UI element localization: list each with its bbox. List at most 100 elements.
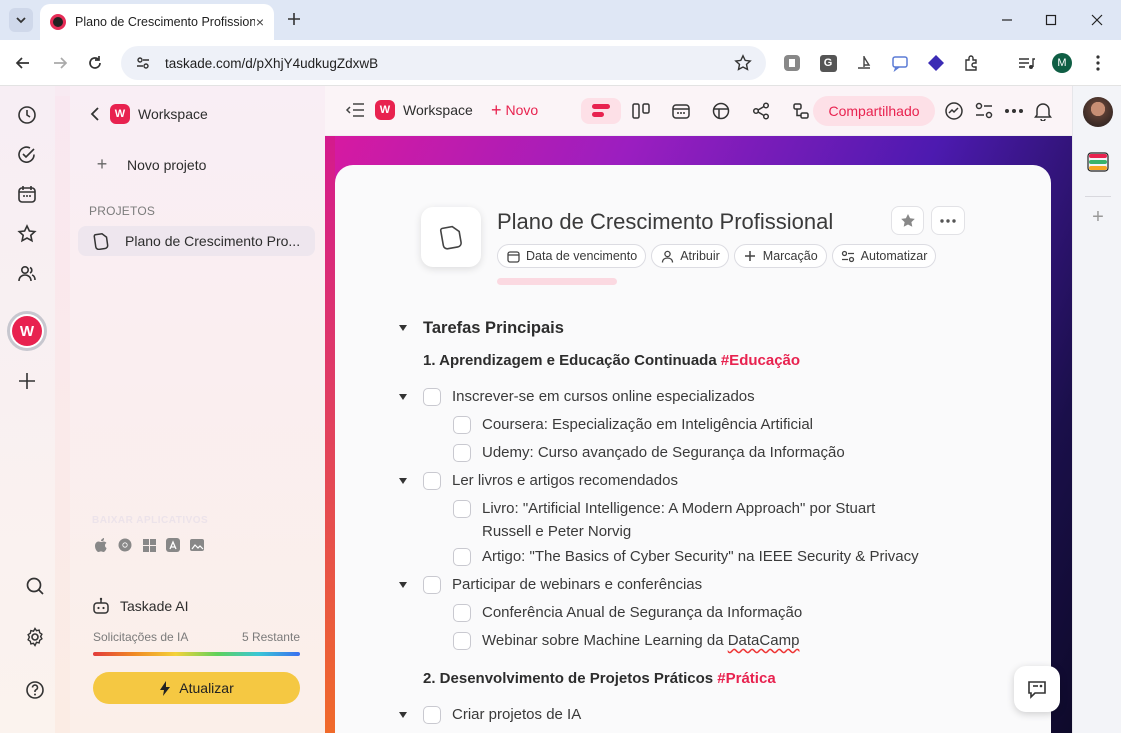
hashtag-pratica[interactable]: #Prática <box>717 670 775 687</box>
collapse-caret-icon[interactable] <box>399 711 407 719</box>
forward-button[interactable] <box>50 53 70 73</box>
project-sidebar: W Workspace + Novo projeto PROJETOS Plan… <box>70 86 325 733</box>
due-date-chip[interactable]: Data de vencimento <box>497 244 647 268</box>
recent-clock-icon[interactable] <box>16 104 38 126</box>
new-button[interactable]: + Novo <box>491 101 538 119</box>
task-checkbox[interactable] <box>453 548 471 566</box>
sidebar-workspace-back[interactable]: W Workspace <box>90 104 208 124</box>
windows-icon[interactable] <box>142 538 156 552</box>
share-button[interactable]: Compartilhado <box>813 96 935 126</box>
new-project-button[interactable]: + Novo projeto <box>90 154 207 175</box>
browser-tab[interactable]: Plano de Crescimento Profissional × <box>40 4 274 40</box>
task-checkbox[interactable] <box>423 472 441 490</box>
members-people-icon[interactable] <box>16 263 38 285</box>
project-icon[interactable] <box>421 207 481 267</box>
reload-button[interactable] <box>85 53 105 73</box>
task-checkbox[interactable] <box>423 706 441 724</box>
extension-puzzle-grey-icon[interactable] <box>782 53 802 73</box>
view-calendar-button[interactable] <box>666 98 696 124</box>
workspace-avatar[interactable]: W <box>7 311 47 351</box>
task-checkbox[interactable] <box>453 500 471 518</box>
favorite-star-button[interactable] <box>891 206 924 235</box>
apple-icon[interactable] <box>94 538 108 552</box>
view-orgchart-button[interactable] <box>786 98 816 124</box>
task-checkbox[interactable] <box>423 576 441 594</box>
section-heading[interactable]: 2. Desenvolvimento de Projetos Práticos … <box>423 670 776 687</box>
back-button[interactable] <box>13 53 33 73</box>
tab-search-button[interactable] <box>9 8 33 32</box>
chevron-left-icon <box>90 107 99 121</box>
task-item: Conferência Anual de Segurança da Inform… <box>453 603 802 624</box>
site-info-icon[interactable] <box>135 55 151 71</box>
notifications-bell-icon[interactable] <box>1032 100 1054 122</box>
collapse-caret-icon[interactable] <box>399 393 407 401</box>
profile-avatar[interactable]: M <box>1052 53 1072 73</box>
calendar-icon[interactable] <box>16 183 38 205</box>
extension-chat-icon[interactable] <box>890 53 910 73</box>
chrome-icon[interactable] <box>118 538 132 552</box>
more-options-icon[interactable] <box>1003 100 1025 122</box>
document-title[interactable]: Plano de Crescimento Profissional <box>497 209 833 235</box>
view-table-button[interactable] <box>706 98 736 124</box>
assign-chip[interactable]: Atribuir <box>651 244 729 268</box>
ai-requests-row: Solicitações de IA 5 Restante <box>93 630 300 644</box>
upgrade-button[interactable]: Atualizar <box>93 672 300 704</box>
add-workspace-icon[interactable] <box>16 370 38 392</box>
main-heading[interactable]: Tarefas Principais <box>423 319 564 338</box>
activity-chart-icon[interactable] <box>943 100 965 122</box>
project-stack-icon[interactable] <box>1087 151 1109 173</box>
maximize-button[interactable] <box>1041 10 1061 30</box>
chat-assistant-button[interactable] <box>1014 666 1060 712</box>
task-checkbox[interactable] <box>423 388 441 406</box>
extension-sailboat-icon[interactable] <box>854 53 874 73</box>
task-checkbox[interactable] <box>453 604 471 622</box>
url-text: taskade.com/d/pXhjY4udkugZdxwB <box>165 55 379 71</box>
add-app-icon[interactable]: + <box>1087 206 1109 228</box>
collapse-caret-icon[interactable] <box>399 581 407 589</box>
tasks-check-icon[interactable] <box>16 144 38 166</box>
extension-g-icon[interactable]: G <box>818 53 838 73</box>
section-heading[interactable]: 1. Aprendizagem e Educação Continuada #E… <box>423 352 800 369</box>
task-item: Inscrever-se em cursos online especializ… <box>423 387 755 408</box>
app-store-icon[interactable] <box>166 538 180 552</box>
task-item: Coursera: Especialização em Inteligência… <box>453 415 813 436</box>
task-checkbox[interactable] <box>453 416 471 434</box>
task-item: Webinar sobre Machine Learning da DataCa… <box>453 631 799 652</box>
new-tab-button[interactable] <box>284 9 304 29</box>
collapse-caret-icon[interactable] <box>399 477 407 485</box>
hashtag-educacao[interactable]: #Educação <box>721 352 800 369</box>
tag-chip[interactable]: Marcação <box>733 244 827 268</box>
ai-requests-remaining: 5 Restante <box>241 630 300 644</box>
header-workspace-link[interactable]: W Workspace <box>345 100 473 120</box>
task-checkbox[interactable] <box>453 632 471 650</box>
document-more-button[interactable] <box>931 206 965 235</box>
extension-diamond-icon[interactable] <box>926 53 946 73</box>
bookmark-star-icon[interactable] <box>734 54 752 72</box>
extensions-puzzle-icon[interactable] <box>962 53 982 73</box>
download-apps-row <box>94 538 204 552</box>
close-window-button[interactable] <box>1087 10 1107 30</box>
taskade-ai-button[interactable]: Taskade AI <box>92 597 189 615</box>
collapse-caret-icon[interactable] <box>399 324 407 332</box>
sidebar-item-project[interactable]: Plano de Crescimento Pro... <box>78 226 315 256</box>
search-icon[interactable] <box>24 575 46 597</box>
minimize-button[interactable] <box>997 10 1017 30</box>
view-mindmap-button[interactable] <box>746 98 776 124</box>
view-board-button[interactable] <box>626 98 656 124</box>
automate-chip[interactable]: Automatizar <box>831 244 937 268</box>
android-store-icon[interactable] <box>190 538 204 552</box>
media-controls-icon[interactable] <box>1016 53 1036 73</box>
browser-menu-icon[interactable] <box>1088 53 1108 73</box>
task-checkbox[interactable] <box>453 444 471 462</box>
workspace-badge: W <box>375 100 395 120</box>
user-avatar[interactable] <box>1083 97 1113 127</box>
favorites-star-icon[interactable] <box>16 223 38 245</box>
help-icon[interactable] <box>24 679 46 701</box>
settings-gear-icon[interactable] <box>24 626 46 648</box>
url-field[interactable]: taskade.com/d/pXhjY4udkugZdxwB <box>121 46 766 80</box>
document-icon <box>439 225 462 250</box>
plus-icon: + <box>96 154 108 174</box>
view-list-button[interactable] <box>581 98 621 124</box>
tab-close-icon[interactable]: × <box>256 14 264 30</box>
automation-icon[interactable] <box>973 100 995 122</box>
